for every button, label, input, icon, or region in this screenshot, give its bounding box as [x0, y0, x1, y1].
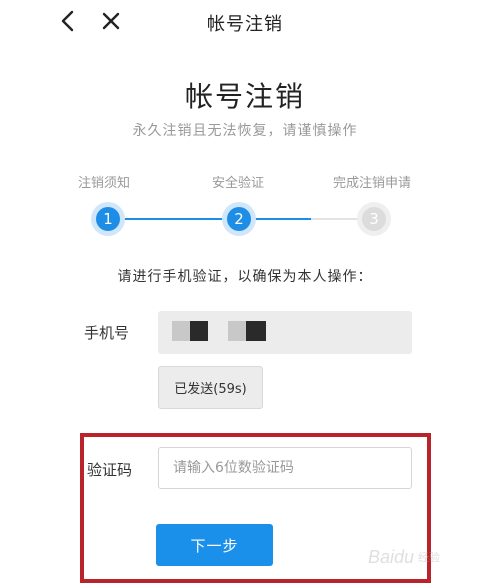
verification-code-input[interactable]: [158, 447, 412, 489]
top-bar: 帐号注销: [0, 0, 490, 46]
code-label: 验证码: [87, 461, 133, 479]
phone-number-display: [158, 311, 412, 354]
masked-digits: [190, 321, 208, 341]
next-step-button[interactable]: 下一步: [156, 524, 273, 566]
masked-digits: [246, 321, 266, 341]
step-connector-2b: [311, 218, 359, 220]
phone-label: 手机号: [84, 324, 130, 342]
account-cancel-page: 帐号注销 帐号注销 永久注销且无法恢复，请谨慎操作 注销须知 安全验证 完成注销…: [0, 0, 490, 588]
topbar-title: 帐号注销: [207, 14, 283, 35]
step-label-verify: 安全验证: [212, 176, 265, 191]
baidu-watermark: Baidu 经验: [368, 541, 440, 573]
masked-digits: [172, 321, 190, 341]
step-3-indicator: 3: [357, 202, 391, 236]
step-1-number: 1: [96, 207, 120, 231]
masked-digits: [228, 321, 246, 341]
step-connector-2a: [255, 218, 311, 220]
watermark-logo-text: Baidu: [368, 546, 415, 567]
step-2-number: 2: [227, 207, 251, 231]
step-1-indicator: 1: [91, 202, 125, 236]
step-label-notice: 注销须知: [78, 176, 131, 191]
watermark-sub-text: 经验: [418, 551, 441, 564]
page-subtitle: 永久注销且无法恢复，请谨慎操作: [132, 123, 358, 139]
step-2-indicator: 2: [222, 202, 256, 236]
step-label-complete: 完成注销申请: [333, 176, 412, 191]
resend-code-button[interactable]: 已发送(59s): [158, 366, 263, 409]
page-title: 帐号注销: [184, 80, 305, 113]
step-3-number: 3: [362, 207, 386, 231]
step-connector-1: [122, 218, 224, 220]
verification-instruction: 请进行手机验证，以确保为本人操作：: [117, 269, 373, 285]
